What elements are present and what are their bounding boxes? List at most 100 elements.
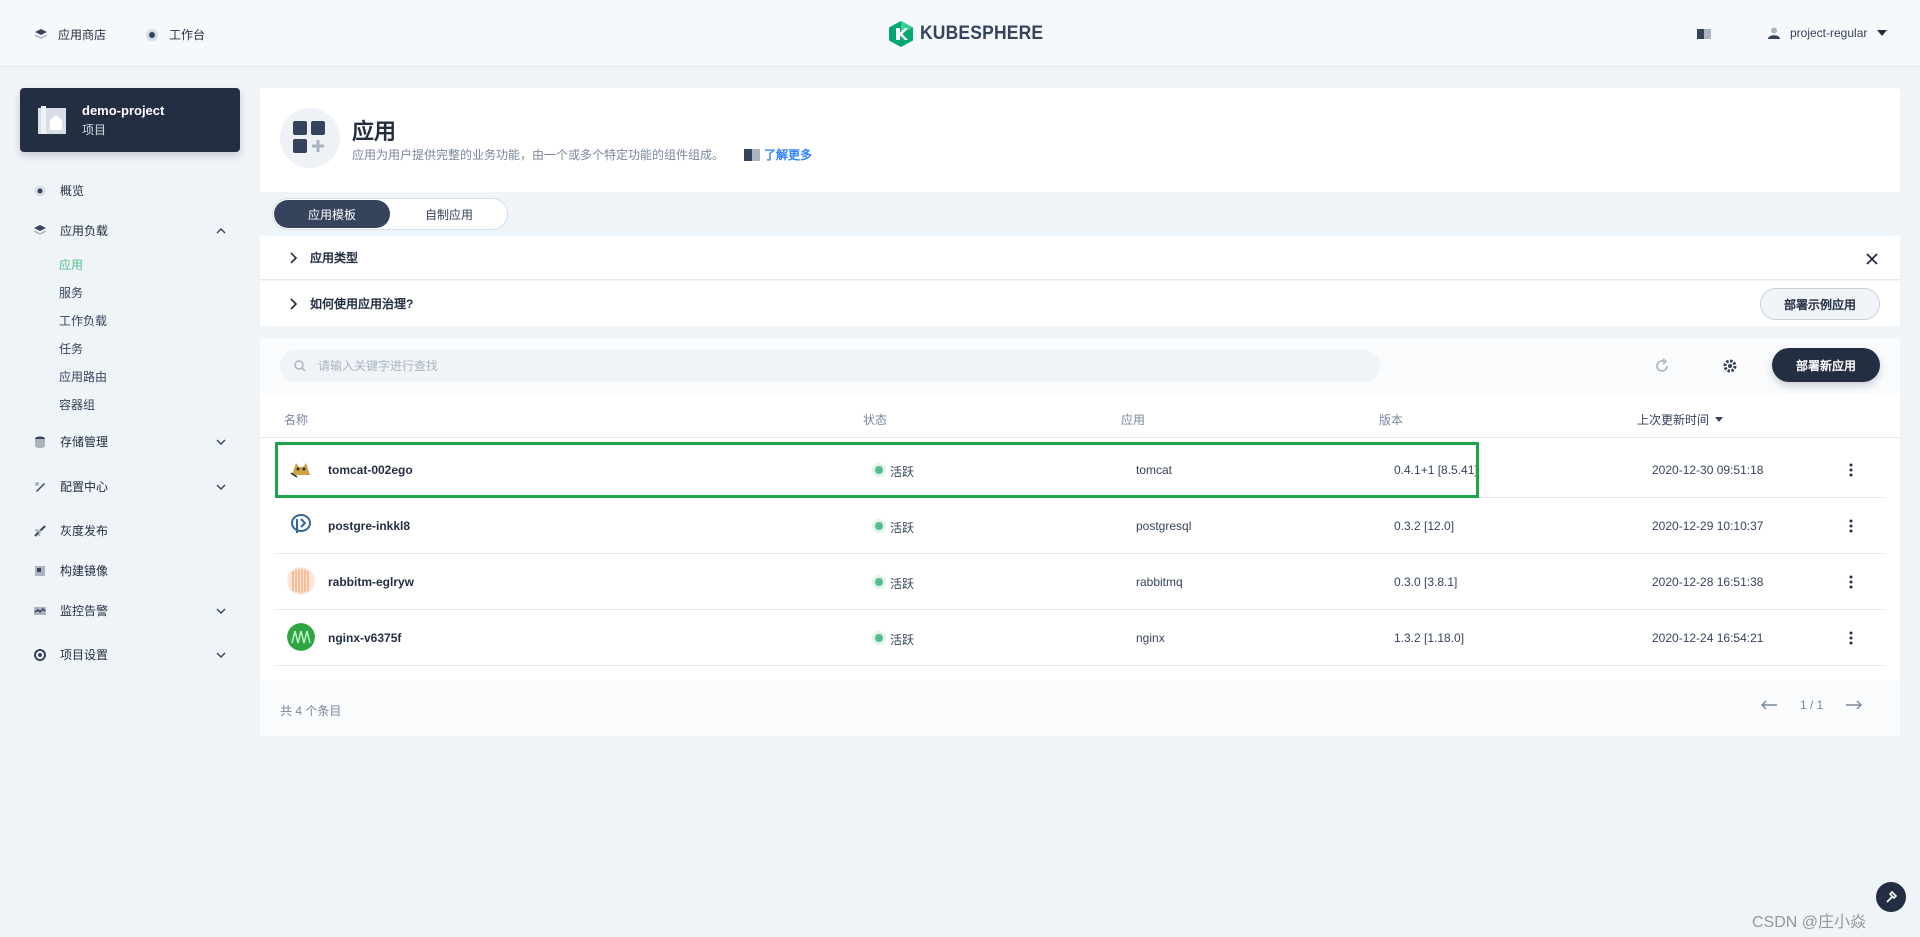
tomcat-icon [287, 455, 315, 483]
more-icon[interactable] [1843, 518, 1859, 534]
status-dot [875, 466, 883, 474]
sidebar-item-label: 存储管理 [60, 435, 109, 449]
learn-more-label: 了解更多 [764, 148, 813, 162]
sidebar-item-label: 概览 [60, 184, 85, 198]
project-settings-icon [34, 648, 46, 661]
tip-app-types[interactable]: 应用类型 [260, 236, 1900, 280]
chevron-up-icon [216, 227, 226, 233]
app-status: 活跃 [890, 633, 915, 647]
learn-more-link[interactable]: 了解更多 [744, 146, 812, 163]
kubesphere-logo[interactable]: KUBESPHERE [888, 20, 1054, 48]
app-name[interactable]: nginx-v6375f [328, 631, 401, 645]
nav-app-store-label: 应用商店 [58, 28, 107, 42]
chevron-right-icon [290, 251, 298, 264]
page-header: 应用 应用为用户提供完整的业务功能，由一个或多个特定功能的组件组成。 了解更多 [260, 88, 1900, 192]
sidebar-item-overview[interactable]: 概览 [34, 182, 226, 199]
column-header-updated[interactable]: 上次更新时间 [1637, 411, 1724, 428]
hammer-icon [1886, 890, 1898, 903]
app-name[interactable]: rabbitm-eglryw [328, 575, 414, 589]
more-icon[interactable] [1843, 574, 1859, 590]
book-icon [744, 148, 761, 161]
build-image-icon [35, 565, 45, 576]
column-header-app: 应用 [1121, 413, 1146, 427]
table-header: 名称 状态 应用 版本 上次更新时间 [260, 394, 1900, 438]
app-template: rabbitmq [1136, 575, 1183, 589]
sidebar-sub-apps[interactable]: 应用 [59, 256, 83, 273]
project-type: 项目 [82, 122, 107, 137]
search-box[interactable] [280, 350, 1380, 382]
tab-app-templates[interactable]: 应用模板 [274, 200, 390, 228]
monitoring-icon [34, 606, 46, 615]
tip-app-governance[interactable]: 如何使用应用治理? [260, 281, 1900, 326]
more-icon[interactable] [1843, 462, 1859, 478]
rabbitmq-icon [287, 567, 315, 595]
app-list-panel: 部署新应用 名称 状态 应用 版本 上次更新时间 tomcat-002ego 活… [260, 338, 1900, 736]
next-page-icon[interactable] [1845, 700, 1863, 710]
overview-icon [34, 185, 46, 196]
status-dot [875, 522, 883, 530]
toolbox-button[interactable] [1876, 882, 1906, 912]
workbench-icon [146, 28, 158, 41]
app-updated-time: 2020-12-28 16:51:38 [1652, 575, 1764, 589]
kubesphere-logo-icon [889, 21, 913, 47]
logo-text: KUBESPHERE [920, 23, 1044, 44]
docs-icon[interactable] [1697, 28, 1711, 40]
app-store-icon [34, 28, 48, 39]
sidebar-item-project-settings[interactable]: 项目设置 [34, 646, 226, 663]
chevron-down-icon [216, 484, 226, 490]
page-description: 应用为用户提供完整的业务功能，由一个或多个特定功能的组件组成。 了解更多 [352, 146, 812, 163]
app-template: tomcat [1136, 463, 1173, 477]
nav-app-store[interactable]: 应用商店 [34, 26, 106, 43]
app-name[interactable]: postgre-inkkl8 [328, 519, 410, 533]
table-row[interactable]: nginx-v6375f 活跃 nginx 1.3.2 [1.18.0] 202… [275, 610, 1885, 666]
project-name: demo-project [82, 102, 165, 118]
pagination: 1 / 1 [1760, 698, 1863, 712]
app-status: 活跃 [890, 577, 915, 591]
sidebar-sub-pods[interactable]: 容器组 [59, 396, 95, 413]
sidebar-sub-services[interactable]: 服务 [59, 284, 83, 301]
app-name[interactable]: tomcat-002ego [328, 463, 413, 477]
deploy-new-app-button[interactable]: 部署新应用 [1772, 348, 1880, 382]
status-dot [875, 634, 883, 642]
table-row[interactable]: postgre-inkkl8 活跃 postgresql 0.3.2 [12.0… [275, 498, 1885, 554]
app-version: 0.3.0 [3.8.1] [1394, 575, 1458, 589]
top-bar: 应用商店 工作台 KUBESPHERE project-regular [0, 0, 1920, 67]
refresh-icon[interactable] [1654, 358, 1670, 374]
sidebar-item-monitoring[interactable]: 监控告警 [34, 602, 226, 619]
column-header-name: 名称 [284, 413, 309, 427]
table-row[interactable]: tomcat-002ego 活跃 tomcat 0.4.1+1 [8.5.41]… [275, 442, 1885, 498]
status-dot [875, 578, 883, 586]
sidebar-item-config[interactable]: 配置中心 [34, 478, 226, 495]
user-menu[interactable]: project-regular [1768, 26, 1888, 40]
chevron-down-icon [216, 439, 226, 445]
app-workload-icon [34, 224, 46, 235]
close-icon[interactable] [1865, 252, 1879, 266]
sidebar-sub-routes[interactable]: 应用路由 [59, 368, 107, 385]
sidebar-item-app-workload[interactable]: 应用负载 [34, 222, 226, 239]
nav-workbench[interactable]: 工作台 [145, 26, 205, 43]
deploy-sample-app-button[interactable]: 部署示例应用 [1760, 288, 1880, 320]
more-icon[interactable] [1843, 630, 1859, 646]
sidebar-item-storage[interactable]: 存储管理 [34, 433, 226, 450]
column-header-updated-label: 上次更新时间 [1637, 413, 1710, 427]
project-card[interactable]: demo-project 项目 [20, 88, 240, 152]
tab-custom-apps[interactable]: 自制应用 [391, 199, 507, 229]
table-footer: 共 4 个条目 1 / 1 [260, 680, 1900, 736]
sidebar-item-grayscale[interactable]: 灰度发布 [34, 522, 226, 539]
sidebar-item-label: 监控告警 [60, 604, 109, 618]
app-version: 0.4.1+1 [8.5.41] [1394, 463, 1478, 477]
project-icon [38, 106, 66, 134]
sidebar-sub-jobs[interactable]: 任务 [59, 340, 83, 357]
search-input[interactable] [318, 359, 1218, 373]
sidebar-sub-workloads[interactable]: 工作负载 [59, 312, 107, 329]
grayscale-release-icon [34, 524, 46, 537]
gear-icon[interactable] [1722, 358, 1738, 374]
table-row[interactable]: rabbitm-eglryw 活跃 rabbitmq 0.3.0 [3.8.1]… [275, 554, 1885, 610]
sort-desc-icon [1715, 417, 1724, 422]
app-updated-time: 2020-12-24 16:54:21 [1652, 631, 1764, 645]
search-icon [294, 360, 306, 372]
app-updated-time: 2020-12-29 10:10:37 [1652, 519, 1764, 533]
sidebar-item-build-image[interactable]: 构建镜像 [34, 562, 226, 579]
column-header-version: 版本 [1379, 413, 1404, 427]
prev-page-icon[interactable] [1760, 700, 1778, 710]
